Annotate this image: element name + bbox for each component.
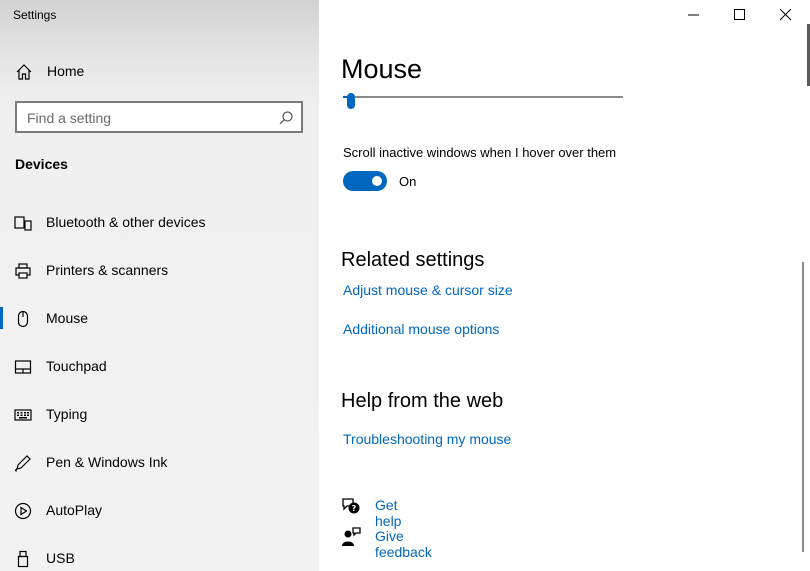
sidebar: Settings Home Find a setting Devices Blu… xyxy=(0,0,319,571)
slider-thumb[interactable] xyxy=(347,93,355,109)
adjust-mouse-cursor-link[interactable]: Adjust mouse & cursor size xyxy=(343,282,513,298)
sidebar-item-label: Typing xyxy=(46,406,88,422)
sidebar-item-label: Bluetooth & other devices xyxy=(46,214,206,230)
sidebar-item-pen[interactable]: Pen & Windows Ink xyxy=(0,443,319,483)
section-title: Devices xyxy=(15,156,68,172)
minimize-button[interactable] xyxy=(671,0,717,30)
usb-icon xyxy=(17,550,29,568)
sidebar-item-label: Pen & Windows Ink xyxy=(46,454,168,470)
mouse-icon xyxy=(17,310,29,328)
scrollbar-thumb[interactable] xyxy=(802,262,804,552)
touchpad-icon xyxy=(14,360,32,374)
toggle-knob xyxy=(372,176,382,186)
maximize-button[interactable] xyxy=(717,0,763,30)
give-feedback-label: Give feedback xyxy=(375,528,432,560)
additional-mouse-options-link[interactable]: Additional mouse options xyxy=(343,321,499,337)
troubleshooting-link[interactable]: Troubleshooting my mouse xyxy=(343,431,511,447)
sidebar-item-label: Touchpad xyxy=(46,358,107,374)
sidebar-item-bluetooth[interactable]: Bluetooth & other devices xyxy=(0,203,319,243)
main-content: Mouse Scroll inactive windows when I hov… xyxy=(319,0,810,571)
search-input[interactable]: Find a setting xyxy=(15,101,303,133)
maximize-icon xyxy=(734,9,745,20)
toggle-state-label: On xyxy=(399,174,417,189)
pen-icon xyxy=(14,455,31,472)
svg-text:?: ? xyxy=(352,504,357,513)
give-feedback-icon xyxy=(342,527,361,546)
get-help-icon: ? xyxy=(342,498,360,514)
sidebar-item-touchpad[interactable]: Touchpad xyxy=(0,347,319,387)
search-placeholder: Find a setting xyxy=(27,110,112,126)
scroll-inactive-label: Scroll inactive windows when I hover ove… xyxy=(343,145,617,160)
autoplay-icon xyxy=(14,502,32,520)
sidebar-item-usb[interactable]: USB xyxy=(0,539,319,571)
close-button[interactable] xyxy=(763,0,809,30)
sidebar-item-label: Mouse xyxy=(46,310,89,326)
sidebar-item-label: Printers & scanners xyxy=(46,262,169,278)
get-help-label: Get help xyxy=(375,497,402,529)
page-title: Mouse xyxy=(341,54,423,84)
related-settings-heading: Related settings xyxy=(341,249,485,271)
help-heading: Help from the web xyxy=(341,390,504,412)
bluetooth-devices-icon xyxy=(14,216,32,231)
scroll-inactive-toggle[interactable] xyxy=(343,171,387,191)
keyboard-icon xyxy=(14,409,32,421)
search-icon[interactable] xyxy=(278,110,294,126)
app-title: Settings xyxy=(13,8,57,22)
sidebar-item-label: AutoPlay xyxy=(46,502,103,518)
selection-indicator xyxy=(0,307,3,329)
printer-icon xyxy=(15,263,31,279)
sidebar-item-mouse[interactable]: Mouse xyxy=(0,299,319,339)
home-icon xyxy=(16,64,32,80)
sidebar-item-typing[interactable]: Typing xyxy=(0,395,319,435)
minimize-icon xyxy=(688,14,699,16)
sidebar-item-autoplay[interactable]: AutoPlay xyxy=(0,491,319,531)
slider-track[interactable] xyxy=(343,96,623,98)
home-label: Home xyxy=(47,63,85,79)
sidebar-item-label: USB xyxy=(46,550,75,566)
close-icon xyxy=(780,9,792,21)
sidebar-item-printers[interactable]: Printers & scanners xyxy=(0,251,319,291)
home-nav-item[interactable]: Home xyxy=(0,54,319,90)
